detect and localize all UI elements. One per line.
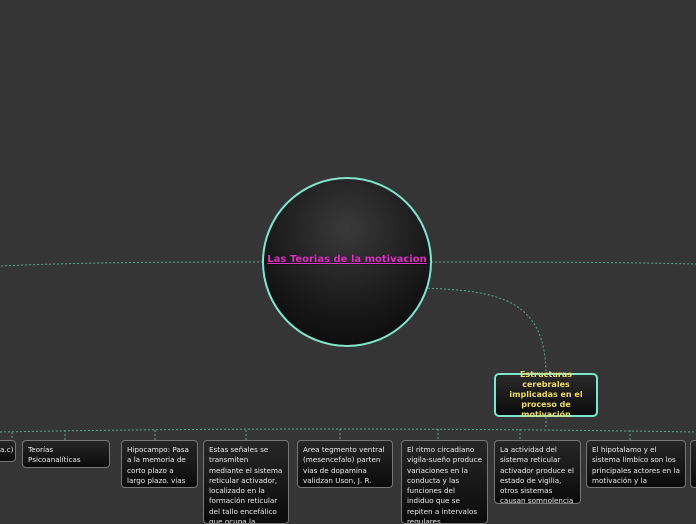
central-topic-label[interactable]: Las Teorias de la motivacion — [262, 254, 432, 265]
leaf-hipocampo[interactable]: Hipocampo: Pasa a la memoria de corto pl… — [121, 440, 198, 488]
leaf-partial-left[interactable]: a.c) — [0, 440, 16, 462]
main-topic-node[interactable]: Estructuras cerebrales implicadas en el … — [494, 370, 598, 419]
leaf-partial-right[interactable] — [690, 440, 696, 488]
leaf-hipotalamo[interactable]: El hipotalamo y el sistema limbico son l… — [586, 440, 686, 488]
leaf-estas-senales[interactable]: Estas señales se transmiten mediante el … — [203, 440, 289, 524]
leaf-actividad-sistema-reticular[interactable]: La actividad del sistema reticular activ… — [494, 440, 581, 504]
leaf-ritmo-circadiano[interactable]: El ritmo circadiano vigila-sueño produce… — [401, 440, 488, 524]
leaf-area-tegmento-ventral[interactable]: Area tegmento ventral (mesencefalo) part… — [297, 440, 393, 488]
leaf-teorias-psicoanaliticas[interactable]: Teorías Psicoanalíticas Sigmund Freud. — [22, 440, 110, 468]
